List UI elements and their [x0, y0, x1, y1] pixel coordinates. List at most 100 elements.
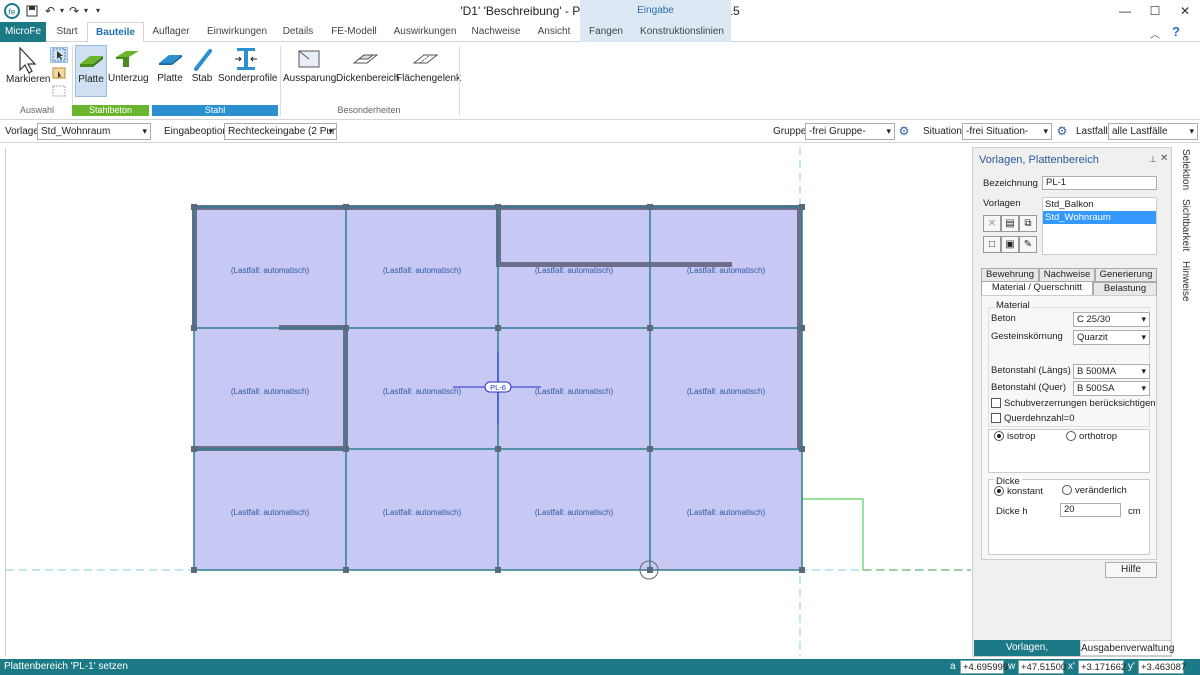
concrete-slab-icon [80, 56, 103, 67]
pin-icon[interactable]: ⊥ [1149, 154, 1157, 165]
ribbon: Markieren Auswahl Platte Unterzug Stahlb… [0, 42, 1200, 120]
gesteinskoernung-select[interactable]: Quarzit [1073, 330, 1150, 345]
dicke-h-input[interactable]: 20 [1060, 503, 1121, 517]
group-label-besonderheiten: Besonderheiten [337, 105, 401, 115]
title-bar: fe ↶ ▾ ↷ ▾ ▾ 'D1' 'Beschreibung' - Platt… [0, 0, 1200, 22]
material-group-label: Material [994, 300, 1032, 311]
orthotrop-radio[interactable] [1066, 431, 1076, 441]
bottom-tab-vorlagen[interactable]: Vorlagen, Plattenbereich [974, 640, 1080, 669]
schubverzerrungen-checkbox[interactable] [991, 398, 1001, 408]
side-tab-hinweise[interactable]: Hinweise [1180, 261, 1191, 302]
vorlage-select[interactable]: Std_Wohnraum [37, 123, 151, 140]
veraenderlich-radio[interactable] [1062, 485, 1072, 495]
cell-label: (Lastfall: automatisch) [687, 266, 766, 275]
separator [459, 46, 460, 116]
stahlbeton-platte-button[interactable]: Platte [75, 45, 107, 97]
tab-details[interactable]: Details [279, 22, 317, 42]
tab-ansicht[interactable]: Ansicht [532, 22, 576, 42]
betonstahl-quer-label: Betonstahl (Quer) [991, 382, 1066, 393]
stab-button[interactable]: Stab [188, 45, 216, 97]
save-template-button[interactable]: ▤ [1001, 215, 1019, 232]
tab-auswirkungen[interactable]: Auswirkungen [392, 22, 458, 42]
situation-select[interactable]: -frei Situation- [962, 123, 1052, 140]
bezeichnung-input[interactable]: PL-1 [1042, 176, 1157, 190]
stahl-platte-button[interactable]: Platte [154, 45, 186, 97]
beton-select[interactable]: C 25/30 [1073, 312, 1150, 327]
gruppe-settings-icon[interactable]: ⚙ [897, 124, 911, 138]
help-icon[interactable]: ? [1172, 24, 1180, 39]
sonderprofile-button[interactable]: Sonderprofile [218, 45, 277, 97]
tab-start[interactable]: Start [50, 22, 84, 42]
maximize-icon[interactable]: ☐ [1140, 0, 1170, 22]
markieren-button[interactable]: Markieren [6, 46, 50, 94]
eingabeoption-label: Eingabeoption [164, 126, 228, 137]
tab-generierung[interactable]: Generierung [1095, 268, 1157, 282]
cell-label: (Lastfall: automatisch) [231, 266, 310, 275]
tab-auflager[interactable]: Auflager [148, 22, 194, 42]
tab-nachweise-panel[interactable]: Nachweise [1039, 268, 1095, 282]
betonstahl-laengs-select[interactable]: B 500MA [1073, 364, 1150, 379]
tab-fe-modell[interactable]: FE-Modell [326, 22, 382, 42]
select-mode-button[interactable] [50, 47, 68, 63]
betonstahl-quer-select[interactable]: B 500SA [1073, 381, 1150, 396]
close-icon[interactable]: ✕ [1170, 0, 1200, 22]
platte-label: Platte [78, 74, 104, 85]
node-marker [799, 325, 805, 331]
select-window-button[interactable] [50, 66, 68, 82]
green-preview-outline [800, 498, 864, 570]
vorlagen-list[interactable]: Std_Balkon Std_Wohnraum [1042, 197, 1157, 255]
status-message: Plattenbereich 'PL-1' setzen [4, 661, 128, 672]
konstant-radio[interactable] [994, 486, 1004, 496]
tab-konstruktionslinien[interactable]: Konstruktionslinien [638, 22, 726, 42]
edit-template-button[interactable]: ✎ [1019, 236, 1037, 253]
tab-material-querschnitt[interactable]: Material / Querschnitt [981, 281, 1093, 296]
dickenbereich-button[interactable]: Dickenbereich [336, 45, 399, 97]
tab-fangen[interactable]: Fangen [586, 22, 626, 42]
store-template-button[interactable]: ▣ [1001, 236, 1019, 253]
floor-plan[interactable]: (Lastfall: automatisch) (Lastfall: automa… [6, 147, 971, 656]
select-polygon-icon [52, 85, 66, 97]
aussparung-label: Aussparung [283, 73, 337, 84]
bottom-tab-ausgabenverwaltung[interactable]: Ausgabenverwaltung [1080, 640, 1174, 656]
tab-belastung[interactable]: Belastung [1093, 282, 1157, 296]
opening-icon [298, 50, 320, 68]
panel-close-icon[interactable]: ✕ [1160, 153, 1168, 164]
node-marker [495, 446, 501, 452]
list-item-selected[interactable]: Std_Wohnraum [1043, 211, 1156, 224]
tab-einwirkungen[interactable]: Einwirkungen [202, 22, 272, 42]
tab-bewehrung[interactable]: Bewehrung [981, 268, 1039, 282]
group-band-stahl: Stahl [152, 105, 278, 116]
node-marker [343, 567, 349, 573]
list-item[interactable]: Std_Balkon [1043, 198, 1156, 211]
isotrop-radio[interactable] [994, 431, 1004, 441]
node-marker [647, 446, 653, 452]
side-tab-sichtbarkeit[interactable]: Sichtbarkeit [1180, 199, 1191, 251]
tab-nachweise[interactable]: Nachweise [468, 22, 524, 42]
hilfe-button[interactable]: Hilfe [1105, 562, 1157, 578]
querdehnzahl-checkbox[interactable] [991, 413, 1001, 423]
aussparung-button[interactable]: Aussparung [283, 45, 337, 97]
situation-settings-icon[interactable]: ⚙ [1055, 124, 1069, 138]
tab-bauteile[interactable]: Bauteile [87, 22, 144, 43]
vorlage-label: Vorlage [5, 126, 39, 137]
node-marker [647, 204, 653, 210]
select-polygon-button[interactable] [50, 84, 68, 100]
options-bar: Vorlage Std_Wohnraum Eingabeoption Recht… [0, 121, 1200, 143]
markieren-label: Markieren [6, 74, 51, 85]
drawing-canvas[interactable]: (Lastfall: automatisch) (Lastfall: automa… [5, 147, 971, 656]
unterzug-button[interactable]: Unterzug [108, 45, 149, 97]
tab-microfe[interactable]: MicroFe [0, 22, 46, 42]
dickenbereich-label: Dickenbereich [336, 73, 400, 84]
node-marker [191, 446, 197, 452]
gruppe-select[interactable]: -frei Gruppe- [805, 123, 895, 140]
side-tab-selektion[interactable]: Selektion [1180, 149, 1191, 190]
new-template-button[interactable]: □ [983, 236, 1001, 253]
collapse-ribbon-icon[interactable]: ︿ [1150, 26, 1160, 41]
lastfall-select[interactable]: alle Lastfälle [1108, 123, 1198, 140]
eingabeoption-select[interactable]: Rechteckeingabe (2 Punk [224, 123, 337, 140]
delete-template-button[interactable]: ✕ [983, 215, 1001, 232]
minimize-icon[interactable]: — [1110, 0, 1140, 22]
coord-w-label: w [1008, 661, 1016, 672]
copy-template-button[interactable]: ⧉ [1019, 215, 1037, 232]
flaechengelenk-button[interactable]: Flächengelenk [396, 45, 461, 97]
